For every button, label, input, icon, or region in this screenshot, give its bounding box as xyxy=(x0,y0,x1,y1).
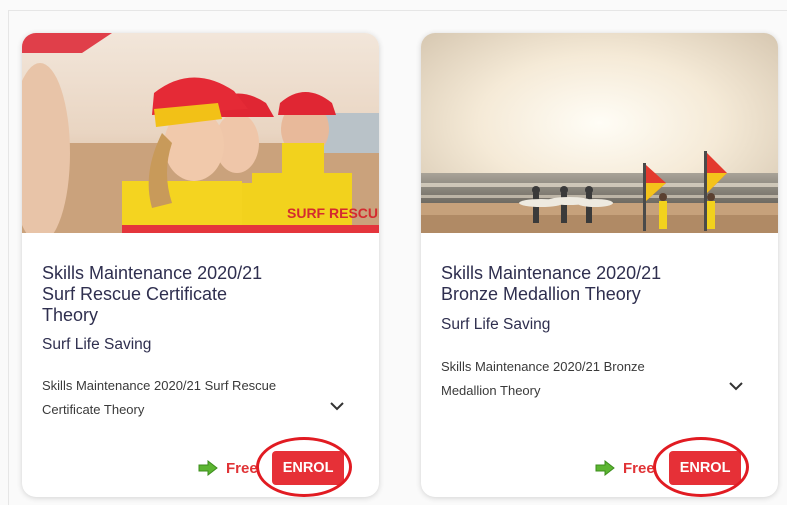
beach-sunset-surfers-image xyxy=(421,33,778,233)
course-description: Skills Maintenance 2020/21 Bronze Medall… xyxy=(441,359,645,398)
price-row: Free ENROL xyxy=(198,437,352,497)
course-provider: Surf Life Saving xyxy=(42,336,152,353)
enrol-button[interactable]: ENROL xyxy=(668,451,742,485)
enrol-button[interactable]: ENROL xyxy=(271,451,345,485)
price-label: Free xyxy=(226,459,258,477)
chevron-down-icon[interactable] xyxy=(328,397,346,415)
arrow-right-icon xyxy=(198,460,218,476)
enrol-highlight: ENROL xyxy=(255,437,352,497)
course-title-line: Skills Maintenance 2020/21 xyxy=(441,263,662,283)
price-label: Free xyxy=(623,459,655,477)
price-row: Free ENROL xyxy=(595,437,749,497)
svg-text:SURF RESCUE: SURF RESCUE xyxy=(287,205,379,221)
arrow-right-icon xyxy=(595,460,615,476)
chevron-down-icon[interactable] xyxy=(727,377,745,395)
course-title[interactable]: Skills Maintenance 2020/21 Bronze Medall… xyxy=(441,263,761,305)
course-title[interactable]: Skills Maintenance 2020/21 Surf Rescue C… xyxy=(42,263,362,326)
course-title-line: Theory xyxy=(42,305,99,325)
frame-divider xyxy=(8,10,787,11)
course-title-line: Surf Rescue Certificate xyxy=(42,284,228,304)
course-card[interactable]: Skills Maintenance 2020/21 Bronze Medall… xyxy=(421,33,778,497)
enrol-highlight: ENROL xyxy=(652,437,749,497)
course-title-line: Bronze Medallion Theory xyxy=(441,284,641,304)
course-title-line: Skills Maintenance 2020/21 xyxy=(42,263,263,283)
course-description: Skills Maintenance 2020/21 Surf Rescue C… xyxy=(42,378,277,417)
lifesavers-with-caps-image: SURF RESCUE xyxy=(22,33,379,233)
course-catalog: SURF RESCUE Skills Maintenance 2020/21 S… xyxy=(0,0,787,505)
course-provider: Surf Life Saving xyxy=(441,316,551,333)
course-card[interactable]: SURF RESCUE Skills Maintenance 2020/21 S… xyxy=(22,33,379,497)
frame-divider xyxy=(8,10,9,505)
